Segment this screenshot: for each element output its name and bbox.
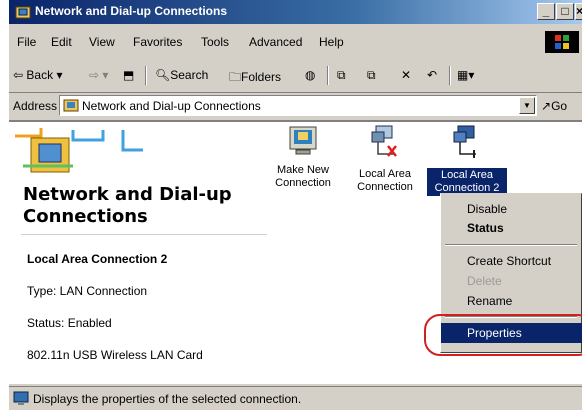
go-label: Go [551, 99, 568, 113]
local-area-connection-2-label: Local Area Connection 2 [427, 168, 507, 196]
windows-logo-icon [545, 31, 579, 53]
menu-separator [445, 244, 577, 246]
undo-icon[interactable]: ↶ [427, 68, 437, 82]
network-folder-icon [63, 99, 79, 112]
panel-title-line1: Network and Dial-up [23, 184, 232, 205]
folders-icon: 🗀 [229, 70, 242, 84]
menu-item-delete: Delete [467, 274, 502, 288]
menu-item-disable[interactable]: Disable [467, 202, 507, 216]
network-folder-icon [15, 6, 31, 19]
address-field[interactable]: Network and Dial-up Connections ▼ [59, 95, 537, 116]
go-arrow-icon: ↗ [541, 99, 552, 113]
connection-type: Type: LAN Connection [27, 284, 148, 298]
network-connected-icon [453, 125, 476, 158]
make-new-connection-item[interactable]: Make New Connection [263, 124, 343, 190]
annotation-highlight [424, 314, 582, 356]
label-line: Connection [275, 177, 331, 189]
close-button[interactable]: × [575, 3, 582, 20]
menu-bar: File Edit View Favorites Tools Advanced … [9, 30, 582, 53]
delete-icon[interactable]: ✕ [401, 68, 411, 82]
menu-edit[interactable]: Edit [51, 35, 72, 49]
label-line: Local Area [359, 168, 411, 180]
menu-item-status[interactable]: Status [467, 221, 504, 235]
standard-toolbar: ⇦ Back ▾ ⇨ ▾ ⬒ 🔍︎Search 🗀Folders ◍ ⧉ ⧉ ✕… [9, 62, 582, 88]
go-button[interactable]: ↗Go [541, 99, 567, 113]
local-area-connection-item[interactable]: Local Area Connection [345, 124, 425, 194]
address-value: Network and Dial-up Connections [82, 99, 261, 113]
address-bar: Address Network and Dial-up Connections … [9, 92, 582, 118]
local-area-connection-label: Local Area Connection [345, 168, 425, 194]
divider [21, 234, 267, 235]
menu-view[interactable]: View [89, 35, 115, 49]
connection-status: Status: Enabled [27, 316, 112, 330]
monitor-icon [13, 391, 29, 405]
search-icon: 🔍︎ [155, 68, 171, 82]
toolbar-separator [145, 66, 147, 85]
connection-device: 802.11n USB Wireless LAN Card [27, 348, 203, 362]
address-label: Address [13, 99, 58, 113]
make-new-connection-label: Make New Connection [263, 164, 343, 190]
search-label: Search [170, 68, 209, 82]
menu-file[interactable]: File [17, 35, 36, 49]
window-title: Network and Dial-up Connections [35, 4, 228, 18]
back-label: Back [26, 68, 54, 82]
menu-tools[interactable]: Tools [201, 35, 229, 49]
address-dropdown-icon[interactable]: ▼ [519, 97, 535, 114]
label-line: Local Area [441, 169, 493, 181]
search-button[interactable]: 🔍︎Search [155, 68, 208, 82]
make-new-connection-icon [289, 126, 317, 155]
toolbar-separator [327, 66, 329, 85]
panel-title-line2: Connections [23, 206, 148, 227]
network-banner-icon [15, 128, 143, 173]
menu-item-rename[interactable]: Rename [467, 294, 512, 308]
maximize-button[interactable]: □ [556, 3, 574, 20]
history-icon[interactable]: ◍ [305, 68, 315, 82]
copy-to-icon[interactable]: ⧉ [367, 68, 376, 83]
minimize-button[interactable]: _ [537, 3, 555, 20]
menu-favorites[interactable]: Favorites [133, 35, 182, 49]
menu-help[interactable]: Help [319, 35, 344, 49]
menu-advanced[interactable]: Advanced [249, 35, 302, 49]
status-text: Displays the properties of the selected … [33, 392, 302, 406]
forward-button[interactable]: ⇨ ▾ [89, 68, 108, 82]
up-folder-icon[interactable]: ⬒ [123, 68, 134, 82]
label-line: Connection [357, 181, 413, 193]
panel-title: Network and Dial-up Connections [23, 184, 232, 228]
title-bar[interactable]: Network and Dial-up Connections _ □ × [9, 0, 582, 24]
menu-item-create-shortcut[interactable]: Create Shortcut [467, 254, 551, 268]
toolbar-separator [449, 66, 451, 85]
move-to-icon[interactable]: ⧉ [337, 68, 346, 83]
label-line: Make New [277, 164, 329, 176]
selected-connection-name: Local Area Connection 2 [27, 252, 168, 266]
status-bar: Displays the properties of the selected … [9, 386, 582, 410]
local-area-connection-2-item[interactable]: Local Area Connection 2 [427, 124, 507, 196]
back-dropdown-icon[interactable]: ▾ [56, 68, 62, 82]
network-disconnected-icon [371, 125, 397, 157]
views-icon[interactable]: ▦▾ [457, 68, 474, 82]
folders-button[interactable]: 🗀Folders [229, 68, 281, 89]
folders-label: Folders [241, 70, 282, 84]
back-button[interactable]: ⇦ Back ▾ [13, 68, 62, 82]
back-arrow-icon: ⇦ [13, 68, 24, 82]
